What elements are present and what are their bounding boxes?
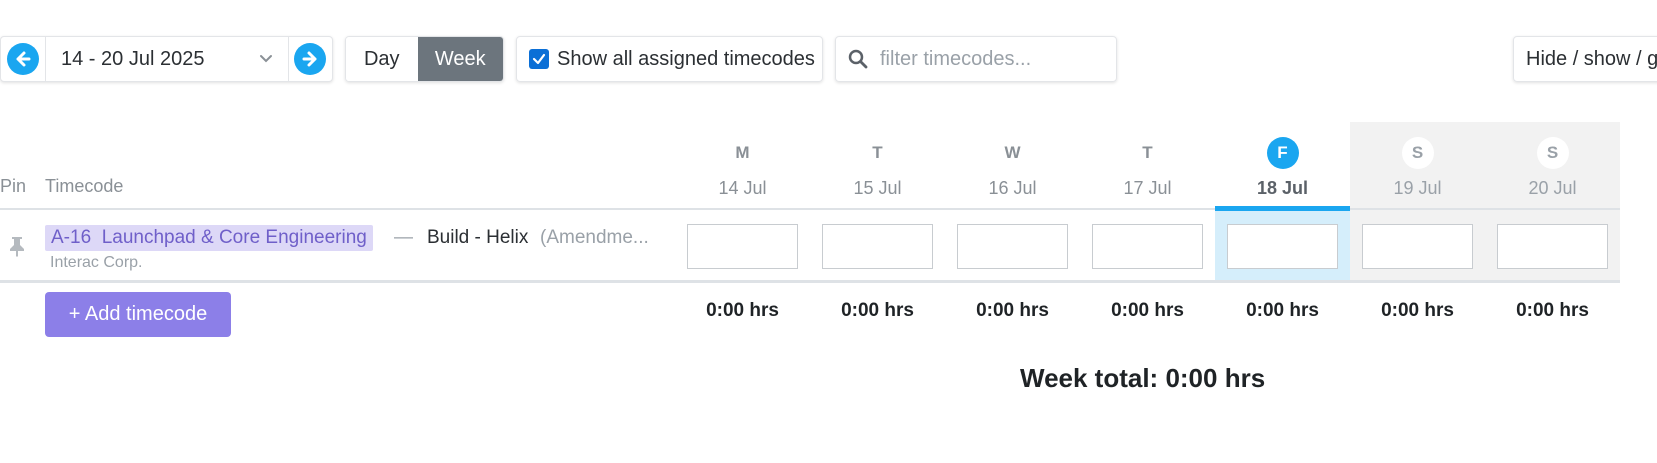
week-total: Week total: 0:00 hrs bbox=[1020, 363, 1266, 393]
day-letter: M bbox=[735, 143, 750, 162]
arrow-right-circle-icon bbox=[302, 51, 317, 67]
day-letter: W bbox=[1004, 143, 1021, 162]
hours-input-sat[interactable] bbox=[1362, 224, 1473, 269]
hours-input-tue[interactable] bbox=[822, 224, 933, 269]
day-total-thu: 0:00 hrs bbox=[1111, 300, 1184, 321]
day-date: 14 Jul bbox=[718, 178, 767, 198]
day-header-mon: M 14 Jul bbox=[675, 137, 810, 199]
next-week-button[interactable] bbox=[294, 43, 326, 75]
timecode-task: Build - Helix bbox=[427, 227, 529, 248]
day-date: 17 Jul bbox=[1123, 178, 1172, 198]
day-letter: S bbox=[1536, 137, 1569, 169]
day-total-fri: 0:00 hrs bbox=[1246, 300, 1319, 321]
day-header-fri: F 18 Jul bbox=[1215, 137, 1350, 199]
day-total-sat: 0:00 hrs bbox=[1381, 300, 1454, 321]
day-header-sat: S 19 Jul bbox=[1350, 137, 1485, 199]
day-date: 15 Jul bbox=[853, 178, 902, 198]
day-letter: S bbox=[1401, 137, 1434, 169]
timecode-separator: — bbox=[394, 227, 413, 248]
day-header-sun: S 20 Jul bbox=[1485, 137, 1620, 199]
day-total-sun: 0:00 hrs bbox=[1516, 300, 1589, 321]
day-header-wed: W 16 Jul bbox=[945, 137, 1080, 199]
day-total-tue: 0:00 hrs bbox=[841, 300, 914, 321]
timecode-client: Interac Corp. bbox=[50, 254, 143, 271]
chevron-down-icon bbox=[260, 55, 272, 63]
header-divider bbox=[0, 208, 1620, 210]
row-divider bbox=[0, 280, 1620, 283]
pin-icon[interactable] bbox=[8, 235, 26, 257]
timecode-label[interactable]: A-16 Launchpad & Core Engineering bbox=[45, 225, 373, 251]
day-date: 16 Jul bbox=[988, 178, 1037, 198]
show-assigned-checkbox[interactable] bbox=[529, 49, 549, 69]
day-header-thu: T 17 Jul bbox=[1080, 137, 1215, 199]
hours-input-wed[interactable] bbox=[957, 224, 1068, 269]
show-assigned-toggle[interactable]: Show all assigned timecodes bbox=[516, 36, 823, 82]
day-letter-today: F bbox=[1266, 137, 1299, 169]
day-date: 20 Jul bbox=[1528, 178, 1577, 198]
date-navigator: 14 - 20 Jul 2025 bbox=[0, 36, 333, 82]
arrow-left-circle-icon bbox=[16, 51, 31, 67]
hours-input-sun[interactable] bbox=[1497, 224, 1608, 269]
hours-input-fri[interactable] bbox=[1227, 224, 1338, 269]
search-box bbox=[835, 36, 1117, 82]
toolbar: 14 - 20 Jul 2025 Day Week Show all assig… bbox=[0, 36, 1657, 82]
add-timecode-button[interactable]: + Add timecode bbox=[45, 292, 231, 337]
hours-input-thu[interactable] bbox=[1092, 224, 1203, 269]
pin-column-header: Pin bbox=[0, 176, 27, 196]
week-view-button[interactable]: Week bbox=[417, 37, 503, 81]
view-toggle: Day Week bbox=[345, 36, 504, 82]
search-icon bbox=[848, 49, 868, 69]
hide-show-button[interactable]: Hide / show / g bbox=[1513, 36, 1657, 82]
check-icon bbox=[532, 53, 546, 65]
search-input[interactable] bbox=[880, 47, 1110, 71]
day-total-mon: 0:00 hrs bbox=[706, 300, 779, 321]
date-range-label: 14 - 20 Jul 2025 bbox=[61, 47, 205, 70]
today-indicator bbox=[1215, 206, 1350, 211]
hours-input-mon[interactable] bbox=[687, 224, 798, 269]
previous-week-button[interactable] bbox=[7, 43, 39, 75]
day-header-tue: T 15 Jul bbox=[810, 137, 945, 199]
day-letter: T bbox=[1142, 143, 1153, 162]
day-view-button[interactable]: Day bbox=[346, 37, 418, 81]
day-date-today: 18 Jul bbox=[1256, 178, 1309, 198]
date-range-select[interactable]: 14 - 20 Jul 2025 bbox=[46, 37, 288, 81]
timecode-note: (Amendme... bbox=[540, 227, 649, 248]
divider bbox=[288, 37, 289, 81]
day-date: 19 Jul bbox=[1393, 178, 1442, 198]
day-total-wed: 0:00 hrs bbox=[976, 300, 1049, 321]
day-letter: T bbox=[872, 143, 883, 162]
show-assigned-label: Show all assigned timecodes bbox=[557, 47, 815, 70]
timecode-column-header: Timecode bbox=[45, 176, 124, 196]
